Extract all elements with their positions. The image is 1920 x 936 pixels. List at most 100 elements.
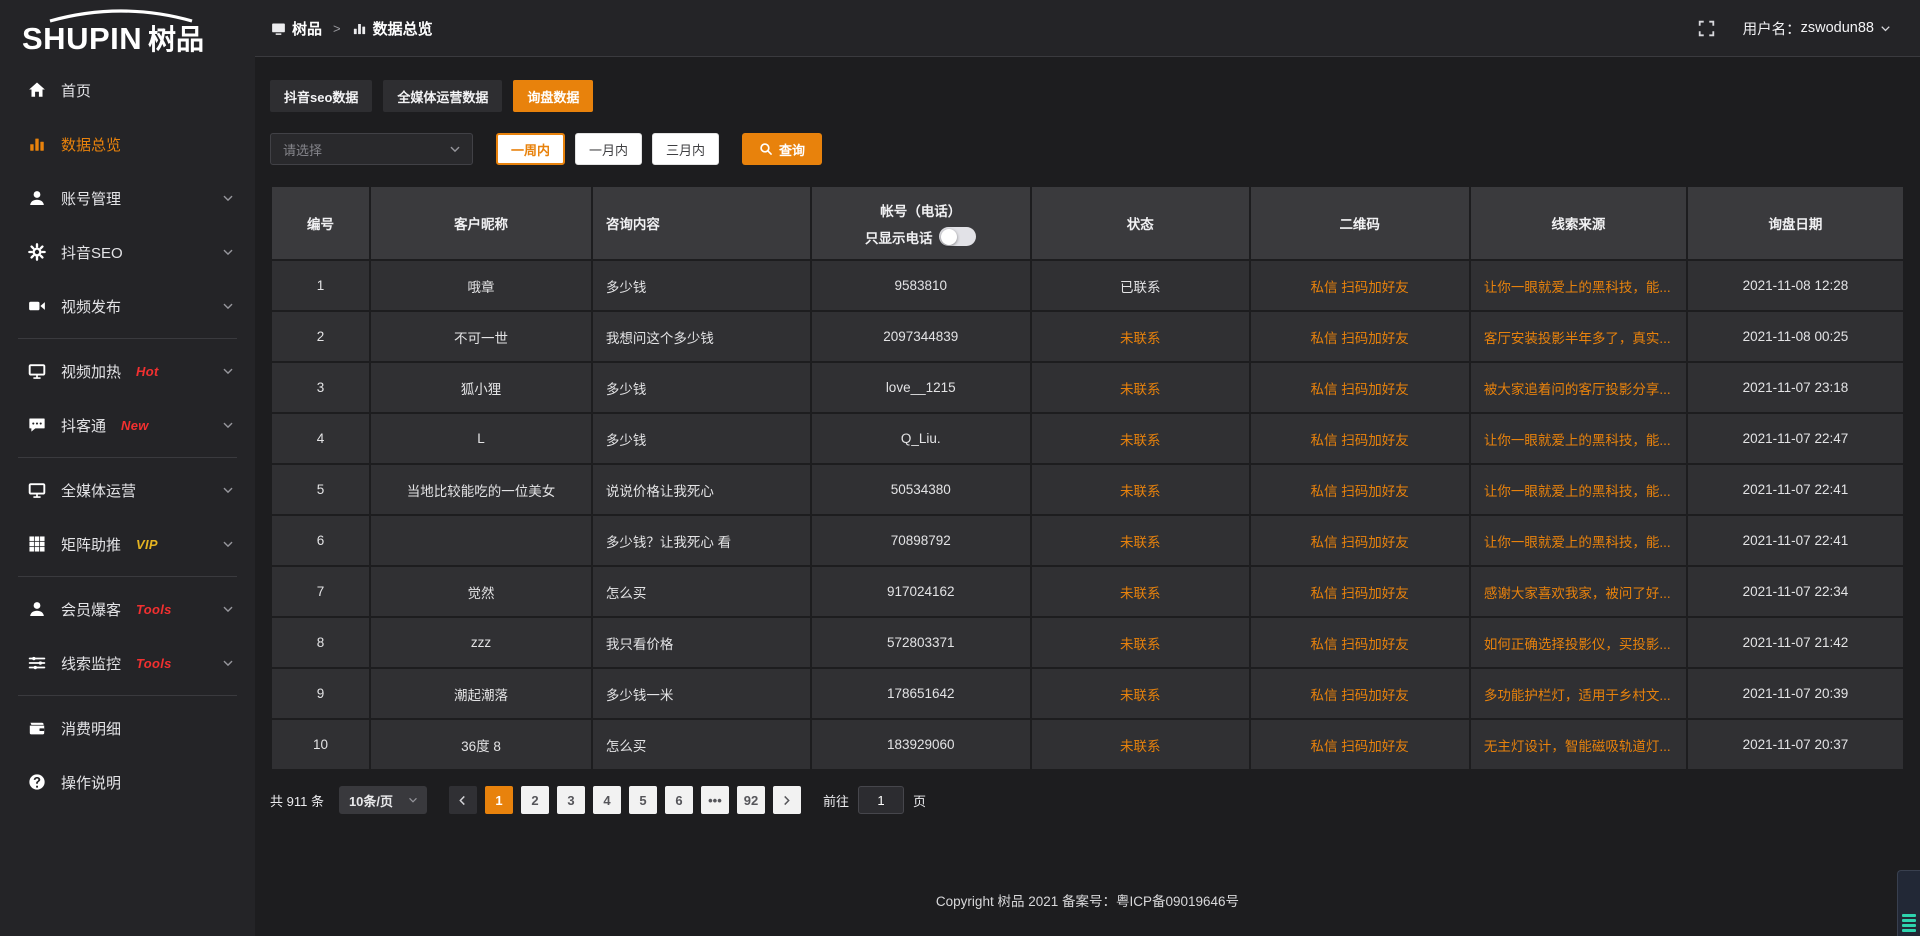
cell-qr-links[interactable]: 私信 扫码加好友 [1251, 363, 1469, 412]
column-header-0: 编号 [272, 187, 369, 259]
range-buttons: 一周内一月内三月内 [496, 133, 729, 165]
total-count: 共 911 条 [270, 791, 324, 810]
page-button-92[interactable]: 92 [737, 786, 765, 814]
cell-id: 4 [272, 414, 369, 463]
user-icon [28, 189, 46, 207]
chevron-down-icon [407, 794, 419, 806]
cell-nickname: zzz [371, 618, 591, 667]
monitor-icon [28, 481, 46, 499]
cell-id: 8 [272, 618, 369, 667]
cell-inquiry: 怎么买 [593, 567, 810, 616]
floating-widget[interactable] [1897, 870, 1920, 936]
phone-only-toggle[interactable] [939, 227, 976, 246]
sidebar-item-wallet[interactable]: 消费明细 [0, 701, 255, 755]
cell-nickname: 狐小狸 [371, 363, 591, 412]
chevron-down-icon [221, 656, 235, 670]
tab-label: 抖音seo数据 [284, 87, 358, 106]
breadcrumb-separator: > [333, 21, 341, 36]
sidebar-nav: 首页数据总览账号管理抖音SEO视频发布视频加热Hot抖客通New 全媒体运营矩阵助… [0, 63, 255, 809]
cell-date: 2021-11-08 00:25 [1688, 312, 1903, 361]
range-button-1[interactable]: 一月内 [575, 133, 642, 165]
tab-2[interactable]: 询盘数据 [513, 80, 593, 112]
user-menu[interactable]: 用户名： zswodun88 [1743, 18, 1892, 39]
sidebar-item-label: 账号管理 [61, 188, 121, 209]
sidebar-item-label: 抖客通 [61, 415, 106, 436]
cell-qr-links[interactable]: 私信 扫码加好友 [1251, 516, 1469, 565]
fullscreen-icon[interactable] [1698, 20, 1715, 37]
cell-inquiry: 多少钱一米 [593, 669, 810, 718]
breadcrumb-item-current[interactable]: 数据总览 [352, 18, 433, 39]
cell-source-link[interactable]: 让你一眼就爱上的黑科技，能... [1471, 516, 1686, 565]
cell-source-link[interactable]: 如何正确选择投影仪，买投影... [1471, 618, 1686, 667]
sidebar-item-chat[interactable]: 抖客通New [0, 398, 255, 452]
page-button-5[interactable]: 5 [629, 786, 657, 814]
account-select[interactable]: 请选择 [270, 133, 473, 165]
sidebar-item-sliders[interactable]: 线索监控Tools [0, 636, 255, 690]
jump-page-input[interactable] [858, 786, 904, 814]
cell-source-link[interactable]: 被大家追着问的客厅投影分享... [1471, 363, 1686, 412]
search-icon [759, 142, 773, 156]
page-button-2[interactable]: 2 [521, 786, 549, 814]
table-body: 1哦章多少钱9583810已联系私信 扫码加好友让你一眼就爱上的黑科技，能...… [272, 261, 1903, 769]
sidebar-item-screen[interactable]: 视频加热Hot [0, 344, 255, 398]
chart-mini-icon [352, 21, 367, 36]
cell-status: 未联系 [1032, 618, 1249, 667]
cell-inquiry: 多少钱 [593, 414, 810, 463]
column-header-7: 询盘日期 [1688, 187, 1903, 259]
sidebar-item-video[interactable]: 视频发布 [0, 279, 255, 333]
page-size-value: 10条/页 [349, 791, 393, 810]
home-icon [28, 81, 46, 99]
cell-source-link[interactable]: 多功能护栏灯，适用于乡村文... [1471, 669, 1686, 718]
cell-source-link[interactable]: 感谢大家喜欢我家，被问了好... [1471, 567, 1686, 616]
range-button-0[interactable]: 一周内 [496, 133, 565, 165]
cell-source-link[interactable]: 无主灯设计，智能磁吸轨道灯... [1471, 720, 1686, 769]
cell-source-link[interactable]: 客厅安装投影半年多了，真实... [1471, 312, 1686, 361]
cell-qr-links[interactable]: 私信 扫码加好友 [1251, 414, 1469, 463]
sidebar-item-user[interactable]: 账号管理 [0, 171, 255, 225]
table-row: 6多少钱？让我死心 看70898792未联系私信 扫码加好友让你一眼就爱上的黑科… [272, 516, 1903, 565]
page-button-1[interactable]: 1 [485, 786, 513, 814]
cell-date: 2021-11-07 21:42 [1688, 618, 1903, 667]
page-button-3[interactable]: 3 [557, 786, 585, 814]
column-header-1: 客户昵称 [371, 187, 591, 259]
page-size-select[interactable]: 10条/页 [339, 786, 427, 814]
cell-account: 50534380 [812, 465, 1030, 514]
sidebar-item-monitor[interactable]: 全媒体运营 [0, 463, 255, 517]
tab-0[interactable]: 抖音seo数据 [270, 80, 372, 112]
chevron-down-icon [221, 191, 235, 205]
sidebar-divider [18, 338, 237, 339]
search-button[interactable]: 查询 [742, 133, 822, 165]
cell-qr-links[interactable]: 私信 扫码加好友 [1251, 618, 1469, 667]
cell-qr-links[interactable]: 私信 扫码加好友 [1251, 465, 1469, 514]
sidebar-item-grid[interactable]: 矩阵助推VIP [0, 517, 255, 571]
cell-qr-links[interactable]: 私信 扫码加好友 [1251, 567, 1469, 616]
cell-source-link[interactable]: 让你一眼就爱上的黑科技，能... [1471, 414, 1686, 463]
sidebar-item-gear[interactable]: 抖音SEO [0, 225, 255, 279]
page-button-6[interactable]: 6 [665, 786, 693, 814]
cell-qr-links[interactable]: 私信 扫码加好友 [1251, 312, 1469, 361]
cell-account: 178651642 [812, 669, 1030, 718]
page-ellipsis-button[interactable]: ••• [701, 786, 729, 814]
prev-page-button[interactable] [449, 786, 477, 814]
sidebar-item-member[interactable]: 会员爆客Tools [0, 582, 255, 636]
cell-account: 70898792 [812, 516, 1030, 565]
sidebar-item-question[interactable]: 操作说明 [0, 755, 255, 809]
range-button-2[interactable]: 三月内 [652, 133, 719, 165]
breadcrumb-item-home[interactable]: 树品 [271, 18, 322, 39]
page-number-buttons: 123456 ••• 92 [485, 786, 773, 814]
cell-id: 2 [272, 312, 369, 361]
cell-inquiry: 多少钱 [593, 261, 810, 310]
sidebar-item-label: 数据总览 [61, 134, 121, 155]
cell-source-link[interactable]: 让你一眼就爱上的黑科技，能... [1471, 261, 1686, 310]
cell-source-link[interactable]: 让你一眼就爱上的黑科技，能... [1471, 465, 1686, 514]
cell-qr-links[interactable]: 私信 扫码加好友 [1251, 720, 1469, 769]
sidebar-item-home[interactable]: 首页 [0, 63, 255, 117]
page-button-4[interactable]: 4 [593, 786, 621, 814]
cell-qr-links[interactable]: 私信 扫码加好友 [1251, 669, 1469, 718]
next-page-button[interactable] [773, 786, 801, 814]
username-label: 用户名： [1743, 18, 1801, 39]
sidebar-item-chart[interactable]: 数据总览 [0, 117, 255, 171]
cell-qr-links[interactable]: 私信 扫码加好友 [1251, 261, 1469, 310]
tab-1[interactable]: 全媒体运营数据 [383, 80, 502, 112]
chart-icon [28, 135, 46, 153]
